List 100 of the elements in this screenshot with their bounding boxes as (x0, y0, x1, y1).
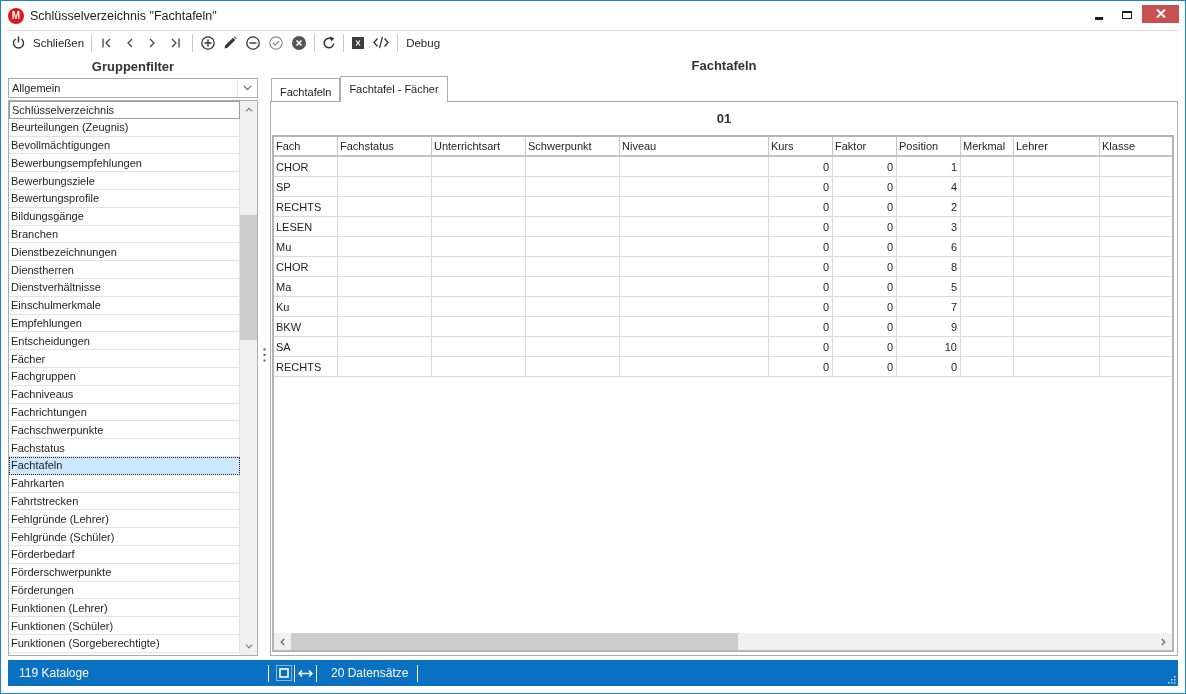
list-item[interactable]: Förderbedarf (9, 545, 240, 564)
column-header[interactable]: Schwerpunkt (526, 137, 620, 155)
table-cell: CHOR (274, 157, 338, 176)
list-item[interactable]: Fahrkarten (9, 474, 240, 493)
x-circle-icon[interactable] (292, 35, 307, 50)
panel-title: Gruppenfilter (91, 58, 175, 74)
pencil-icon[interactable] (224, 36, 238, 49)
list-item[interactable]: Funktionen (Schüler) (9, 617, 240, 635)
dotted-square-icon[interactable] (276, 665, 292, 681)
scrollbar-thumb[interactable] (240, 215, 257, 340)
power-icon (12, 36, 25, 49)
list-item[interactable]: Empfehlungen (9, 314, 240, 333)
table-cell: 0 (833, 257, 897, 276)
column-header[interactable]: Position (897, 137, 961, 155)
minus-circle-icon[interactable] (246, 35, 261, 50)
chevron-left-icon[interactable] (127, 37, 134, 48)
refresh-icon[interactable] (323, 36, 336, 49)
close-icon (1155, 9, 1166, 18)
scrollbar-thumb[interactable] (291, 633, 738, 650)
list-item[interactable]: Fehlgründe (Lehrer) (9, 510, 240, 529)
chevron-right-icon[interactable] (149, 37, 156, 48)
skip-last-icon[interactable] (171, 37, 181, 48)
list-item[interactable]: Entscheidungen (9, 332, 240, 351)
column-header[interactable]: Lehrer (1014, 137, 1100, 155)
horizontal-scrollbar[interactable] (274, 633, 1172, 650)
minimize-icon[interactable] (1095, 16, 1103, 20)
table-cell: 9 (897, 317, 961, 336)
list-item[interactable]: Fachstatus (9, 439, 240, 457)
tab[interactable]: Fachtafel - Fächer (340, 76, 448, 102)
table-cell: 0 (833, 357, 897, 376)
list-item[interactable]: Fachrichtungen (9, 403, 240, 422)
check-circle-icon[interactable] (269, 35, 284, 50)
table-cell: 0 (833, 337, 897, 356)
app-logo: M (8, 7, 24, 24)
plus-circle-icon[interactable] (201, 35, 216, 50)
list-item[interactable]: Fahrtstrecken (9, 492, 240, 511)
list-item[interactable]: Förderschwerpunkte (9, 563, 240, 582)
list-item[interactable]: Fachniveaus (9, 385, 240, 404)
chevron-right-icon[interactable] (1161, 637, 1166, 646)
column-header[interactable]: Kurs (769, 137, 833, 155)
table-cell: 4 (897, 177, 961, 196)
table-cell: 0 (769, 197, 833, 216)
column-header[interactable]: Merkmal (961, 137, 1014, 155)
x-square-icon[interactable] (352, 36, 365, 49)
column-header[interactable]: Faktor (833, 137, 897, 155)
table-cell: 0 (833, 197, 897, 216)
list-item[interactable]: Bewertungsprofile (9, 190, 240, 208)
table-cell: 0 (833, 297, 897, 316)
list-item[interactable]: Dienstverhältnisse (9, 278, 240, 297)
list-item[interactable]: Fachgruppen (9, 367, 240, 386)
table-cell: RECHTS (274, 197, 338, 216)
close-button[interactable]: Schließen (12, 36, 85, 49)
table-cell: 1 (897, 157, 961, 176)
list-item[interactable]: Fehlgründe (Schüler) (9, 528, 240, 546)
list-item[interactable]: Funktionen (Sorgeberechtigte) (9, 634, 240, 653)
table-cell: 0 (833, 157, 897, 176)
list-item[interactable]: Beurteilungen (Zeugnis) (9, 118, 240, 137)
chevron-up-icon[interactable] (244, 107, 253, 112)
record-count: 20 Datensätze (331, 666, 409, 680)
list-item[interactable]: Dienstherren (9, 261, 240, 279)
maximize-icon[interactable] (1122, 11, 1132, 19)
list-item[interactable]: Fachschwerpunkte (9, 421, 240, 440)
list-item[interactable]: Fächer (9, 350, 240, 368)
list-item[interactable]: Bewerbungsziele (9, 172, 240, 190)
arrows-horizontal-icon[interactable] (298, 668, 313, 678)
list-item[interactable]: Förderungen (9, 581, 240, 600)
panel-title: Fachtafeln (691, 57, 757, 73)
window-title: Schlüsselverzeichnis "Fachtafeln" (30, 8, 217, 23)
column-header[interactable]: Unterrichtsart (432, 137, 526, 155)
table-cell: LESEN (274, 217, 338, 236)
close-window-button[interactable] (1142, 4, 1179, 23)
tab[interactable]: Fachtafeln (271, 78, 341, 101)
table-cell: CHOR (274, 257, 338, 276)
group-filter-dropdown[interactable]: Allgemein (8, 78, 258, 98)
column-header[interactable]: Klasse (1100, 137, 1172, 155)
list-item[interactable]: Branchen (9, 225, 240, 244)
table-cell: SA (274, 337, 338, 356)
table-cell: 0 (833, 317, 897, 336)
list-item[interactable]: Bevollmächtigungen (9, 136, 240, 155)
column-header[interactable]: Fach (274, 137, 338, 155)
list-item[interactable]: Funktionen (Lehrer) (9, 599, 240, 618)
debug-button[interactable]: Debug (406, 36, 441, 49)
skip-first-icon[interactable] (102, 37, 112, 48)
column-header[interactable]: Niveau (620, 137, 769, 155)
resize-grip-icon[interactable] (1167, 675, 1176, 684)
splitter-grip-icon[interactable] (262, 348, 266, 362)
chevron-down-icon[interactable] (244, 644, 253, 649)
table-cell: 7 (897, 297, 961, 316)
table-cell: 0 (769, 297, 833, 316)
table-cell: 6 (897, 237, 961, 256)
table-cell: 0 (833, 237, 897, 256)
list-item[interactable]: Dienstbezeichnungen (9, 243, 240, 262)
list-item[interactable]: Bildungsgänge (9, 207, 240, 226)
chevron-left-icon[interactable] (280, 637, 285, 646)
list-item[interactable]: Bewerbungsempfehlungen (9, 154, 240, 173)
code-icon[interactable] (373, 36, 390, 49)
list-item[interactable]: Einschulmerkmale (9, 296, 240, 315)
list-header[interactable]: Schlüsselverzeichnis (9, 101, 240, 119)
catalog-count: 119 Kataloge (19, 666, 89, 680)
vertical-scrollbar[interactable] (240, 101, 257, 655)
